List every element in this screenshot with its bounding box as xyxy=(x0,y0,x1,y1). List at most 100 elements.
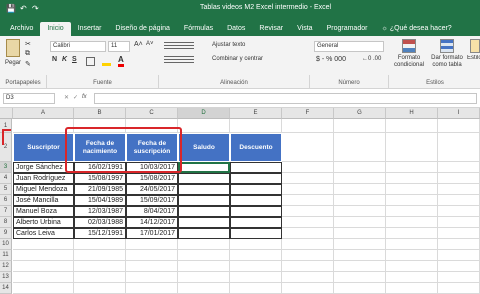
row-header-4[interactable]: 4 xyxy=(0,173,12,184)
cell-H5[interactable] xyxy=(386,184,438,195)
cell-G5[interactable] xyxy=(334,184,386,195)
cell-G9[interactable] xyxy=(334,228,386,239)
cell-E8[interactable] xyxy=(230,217,282,228)
cell-I3[interactable] xyxy=(438,162,480,173)
cell-E4[interactable] xyxy=(230,173,282,184)
cell-B7[interactable]: 12/03/1987 xyxy=(74,206,126,217)
cell-B14[interactable] xyxy=(74,283,126,294)
tab-vista[interactable]: Vista xyxy=(290,22,319,36)
cell-C4[interactable]: 15/08/2017 xyxy=(126,173,178,184)
cell-C6[interactable]: 15/09/2017 xyxy=(126,195,178,206)
cell-F5[interactable] xyxy=(282,184,334,195)
header-saludo[interactable]: Saludo xyxy=(178,133,230,162)
cell-E1[interactable] xyxy=(230,119,282,133)
font-size-select[interactable]: 11 xyxy=(108,41,130,52)
cell-A9[interactable]: Carlos Leiva xyxy=(13,228,74,239)
cell-I2[interactable] xyxy=(438,133,480,162)
cell-C9[interactable]: 17/01/2017 xyxy=(126,228,178,239)
cell-D10[interactable] xyxy=(178,239,230,250)
cell-A10[interactable] xyxy=(13,239,74,250)
column-header-c[interactable]: C xyxy=(126,108,178,119)
copy-icon[interactable]: ⧉ xyxy=(25,50,30,58)
cell-F3[interactable] xyxy=(282,162,334,173)
cell-G8[interactable] xyxy=(334,217,386,228)
cell-H12[interactable] xyxy=(386,261,438,272)
cell-I9[interactable] xyxy=(438,228,480,239)
cell-E5[interactable] xyxy=(230,184,282,195)
cell-E14[interactable] xyxy=(230,283,282,294)
cell-H3[interactable] xyxy=(386,162,438,173)
cell-B4[interactable]: 15/08/1997 xyxy=(74,173,126,184)
column-header-i[interactable]: I xyxy=(438,108,480,119)
cell-G1[interactable] xyxy=(334,119,386,133)
cell-A4[interactable]: Juan Rodríguez xyxy=(13,173,74,184)
tab-archivo[interactable]: Archivo xyxy=(3,22,40,36)
cell-H10[interactable] xyxy=(386,239,438,250)
cell-I6[interactable] xyxy=(438,195,480,206)
paste-icon[interactable] xyxy=(6,39,20,57)
row-header-10[interactable]: 10 xyxy=(0,239,12,250)
cell-C11[interactable] xyxy=(126,250,178,261)
cell-D5[interactable] xyxy=(178,184,230,195)
cell-A8[interactable]: Alberto Urbina xyxy=(13,217,74,228)
cell-A14[interactable] xyxy=(13,283,74,294)
cell-D11[interactable] xyxy=(178,250,230,261)
cell-F10[interactable] xyxy=(282,239,334,250)
cell-I4[interactable] xyxy=(438,173,480,184)
cut-icon[interactable]: ✂ xyxy=(25,40,31,48)
cell-D9[interactable] xyxy=(178,228,230,239)
cell-H8[interactable] xyxy=(386,217,438,228)
cell-B8[interactable]: 02/03/1988 xyxy=(74,217,126,228)
cell-I12[interactable] xyxy=(438,261,480,272)
formula-input[interactable] xyxy=(94,93,477,104)
cell-A12[interactable] xyxy=(13,261,74,272)
cell-E10[interactable] xyxy=(230,239,282,250)
tab-programador[interactable]: Programador xyxy=(320,22,375,36)
cancel-icon[interactable]: ✕ xyxy=(64,94,69,101)
undo-icon[interactable]: ↶ xyxy=(20,4,27,13)
cell-F1[interactable] xyxy=(282,119,334,133)
row-header-3[interactable]: 3 xyxy=(0,162,12,173)
cell-G11[interactable] xyxy=(334,250,386,261)
cell-F4[interactable] xyxy=(282,173,334,184)
font-color-icon[interactable]: A xyxy=(118,56,124,67)
cell-D7[interactable] xyxy=(178,206,230,217)
cell-I10[interactable] xyxy=(438,239,480,250)
column-header-d[interactable]: D xyxy=(178,108,230,119)
row-header-9[interactable]: 9 xyxy=(0,228,12,239)
cell-A11[interactable] xyxy=(13,250,74,261)
cell-G12[interactable] xyxy=(334,261,386,272)
cell-C5[interactable]: 24/05/2017 xyxy=(126,184,178,195)
cell-E12[interactable] xyxy=(230,261,282,272)
cell-C8[interactable]: 14/12/2017 xyxy=(126,217,178,228)
shrink-font-icon[interactable]: A˅ xyxy=(146,41,154,47)
cell-F6[interactable] xyxy=(282,195,334,206)
cell-H1[interactable] xyxy=(386,119,438,133)
font-name-select[interactable]: Calibri xyxy=(50,41,106,52)
cell-H14[interactable] xyxy=(386,283,438,294)
cell-H11[interactable] xyxy=(386,250,438,261)
column-header-f[interactable]: F xyxy=(282,108,334,119)
cell-G6[interactable] xyxy=(334,195,386,206)
column-header-g[interactable]: G xyxy=(334,108,386,119)
tab-formulas[interactable]: Fórmulas xyxy=(177,22,220,36)
name-box[interactable]: D3 xyxy=(3,93,55,104)
header-descuento[interactable]: Descuento xyxy=(230,133,282,162)
redo-icon[interactable]: ↷ xyxy=(32,4,39,13)
column-header-a[interactable]: A xyxy=(13,108,74,119)
row-header-6[interactable]: 6 xyxy=(0,195,12,206)
cell-H9[interactable] xyxy=(386,228,438,239)
cell-F13[interactable] xyxy=(282,272,334,283)
cell-C14[interactable] xyxy=(126,283,178,294)
cell-D1[interactable] xyxy=(178,119,230,133)
cell-H2[interactable] xyxy=(386,133,438,162)
cell-H6[interactable] xyxy=(386,195,438,206)
cell-I8[interactable] xyxy=(438,217,480,228)
cell-E13[interactable] xyxy=(230,272,282,283)
cell-B10[interactable] xyxy=(74,239,126,250)
cell-G2[interactable] xyxy=(334,133,386,162)
cell-F2[interactable] xyxy=(282,133,334,162)
row-header-12[interactable]: 12 xyxy=(0,261,12,272)
cell-G14[interactable] xyxy=(334,283,386,294)
cell-D6[interactable] xyxy=(178,195,230,206)
